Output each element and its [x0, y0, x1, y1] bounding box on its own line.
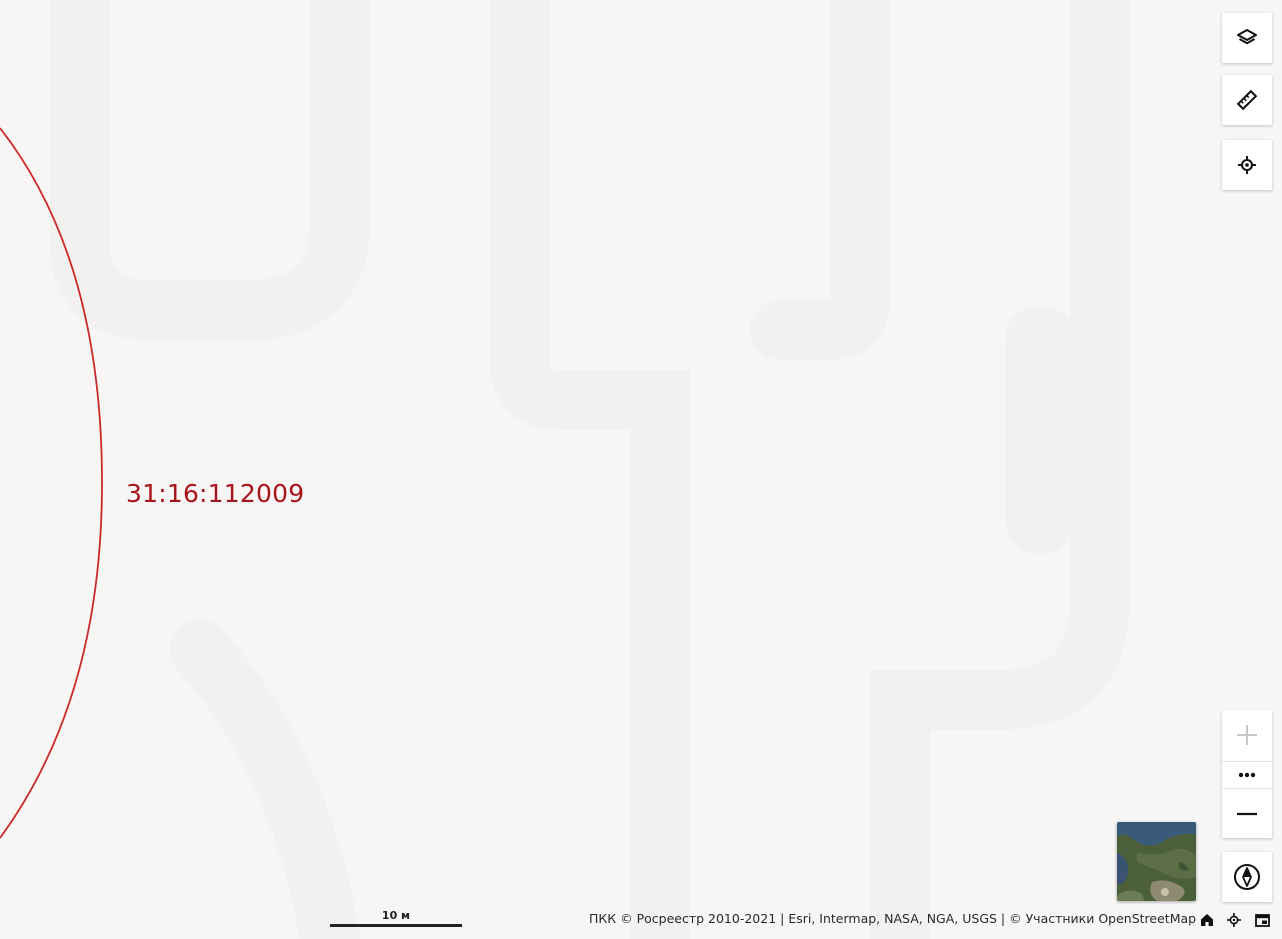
- fullscreen-button[interactable]: [1254, 912, 1270, 928]
- zoom-out-button[interactable]: [1222, 789, 1272, 838]
- locate-button[interactable]: [1222, 140, 1272, 190]
- map-view[interactable]: 31:16:112009 10 м ПКК © Росреестр 2010-2…: [0, 0, 1282, 939]
- scale-bar-label: 10 м: [381, 909, 411, 922]
- basemap-switcher[interactable]: [1117, 822, 1196, 901]
- ellipsis-icon: [1238, 772, 1256, 778]
- scale-bar-line: [330, 924, 462, 927]
- ruler-icon: [1236, 89, 1258, 111]
- scale-bar: 10 м: [330, 908, 462, 928]
- map-canvas[interactable]: [0, 0, 1282, 939]
- home-button[interactable]: [1199, 912, 1215, 928]
- fullscreen-icon: [1254, 913, 1270, 927]
- compass-button[interactable]: [1222, 852, 1272, 902]
- crosshair-icon: [1227, 913, 1241, 927]
- satellite-thumbnail: [1117, 822, 1196, 901]
- layers-icon: [1237, 29, 1257, 45]
- home-icon: [1201, 914, 1213, 926]
- zoom-in-button[interactable]: [1222, 710, 1272, 760]
- plus-icon: [1237, 725, 1257, 745]
- minus-icon: [1237, 812, 1257, 815]
- compass-icon: [1234, 864, 1260, 890]
- map-attribution: ПКК © Росреестр 2010-2021 | Esri, Interm…: [589, 911, 1197, 926]
- basemap-shapes: [50, 0, 1130, 939]
- measure-button[interactable]: [1222, 75, 1272, 125]
- parcel-cadastral-label[interactable]: 31:16:112009: [126, 479, 304, 508]
- locate-small-button[interactable]: [1226, 912, 1242, 928]
- layers-button[interactable]: [1222, 13, 1272, 63]
- zoom-control: [1222, 710, 1272, 838]
- zoom-more-button[interactable]: [1222, 762, 1272, 788]
- crosshair-icon: [1238, 156, 1256, 174]
